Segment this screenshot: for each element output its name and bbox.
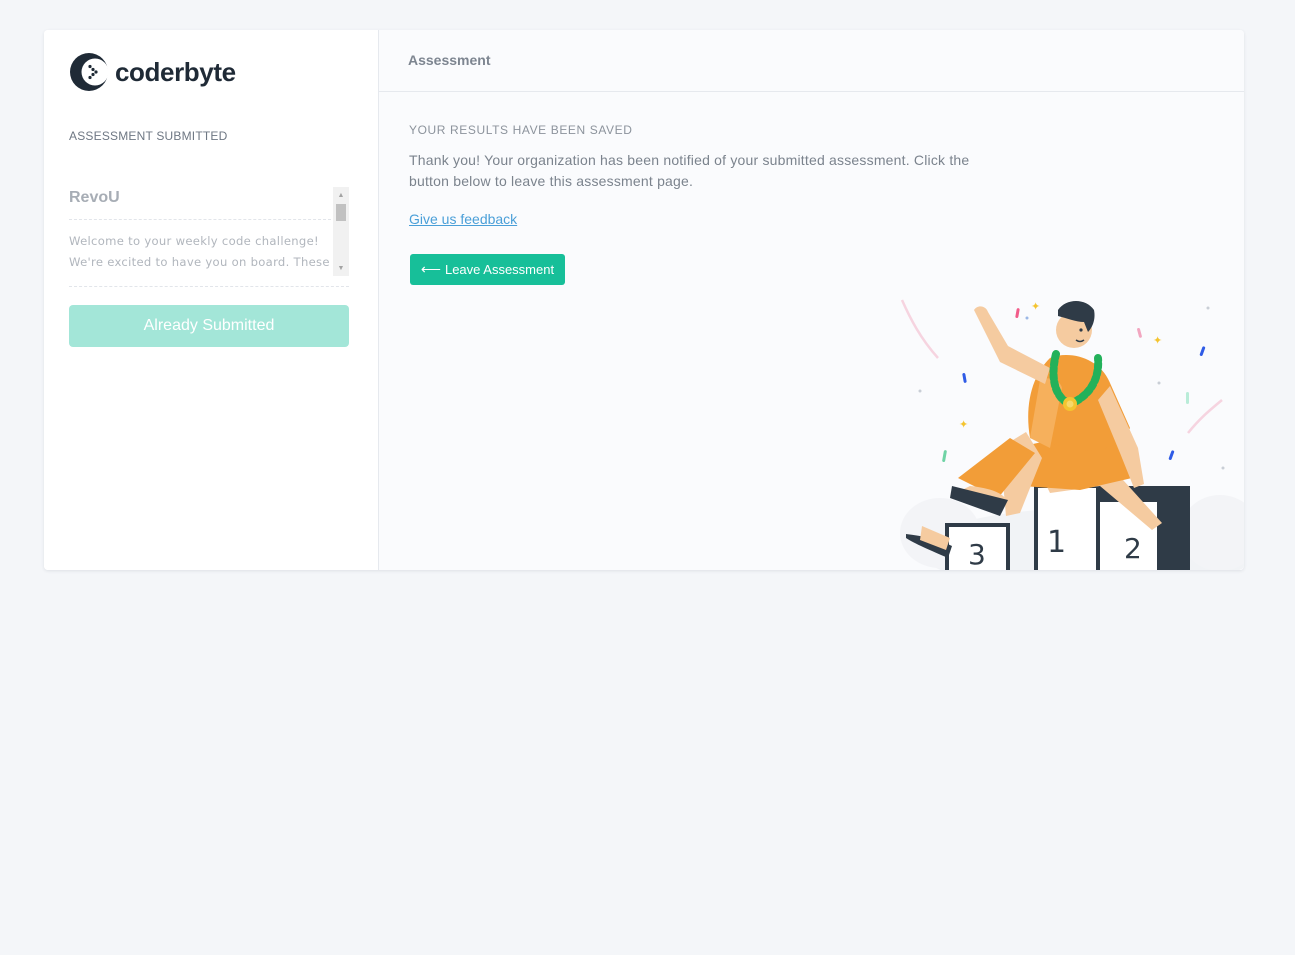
scrollbar-thumb[interactable]: [336, 204, 346, 221]
organization-description: Welcome to your weekly code challenge! W…: [69, 234, 330, 269]
svg-text:✦: ✦: [1153, 334, 1162, 347]
coderbyte-logo-icon: [70, 51, 110, 91]
sidebar: coderbyte ASSESSMENT SUBMITTED RevoU Wel…: [44, 30, 379, 570]
podium-label-2: 2: [1124, 532, 1142, 565]
scroll-up-arrow-icon[interactable]: ▲: [333, 187, 349, 203]
assessment-status-label: ASSESSMENT SUBMITTED: [69, 129, 228, 143]
main-panel: Assessment YOUR RESULTS HAVE BEEN SAVED …: [379, 30, 1244, 570]
brand-name: coderbyte: [115, 56, 236, 87]
leave-assessment-label: Leave Assessment: [444, 262, 555, 277]
svg-text:✦: ✦: [1031, 300, 1040, 313]
podium-label-1: 1: [1047, 525, 1066, 560]
coderbyte-logo[interactable]: coderbyte: [68, 48, 236, 96]
page-title: Assessment: [408, 52, 491, 68]
scroll-down-arrow-icon[interactable]: ▼: [333, 260, 349, 276]
leave-assessment-button[interactable]: ⟵ Leave Assessment: [410, 254, 565, 285]
podium-label-3: 3: [968, 538, 986, 570]
organization-name: RevoU: [69, 189, 120, 206]
divider: [69, 219, 331, 220]
already-submitted-button[interactable]: Already Submitted: [69, 305, 349, 347]
svg-text:✦: ✦: [959, 418, 968, 431]
results-saved-heading: YOUR RESULTS HAVE BEEN SAVED: [409, 123, 633, 137]
organization-info: RevoU Welcome to your weekly code challe…: [69, 186, 349, 287]
arrow-left-icon: ⟵: [420, 261, 441, 277]
give-feedback-link[interactable]: Give us feedback: [409, 211, 517, 227]
description-scrollbar[interactable]: ▲ ▼: [333, 187, 349, 276]
main-header: Assessment: [379, 30, 1244, 92]
submission-message: Thank you! Your organization has been no…: [409, 152, 970, 189]
podium-celebration-illustration: ✦ ✦ ✦ 2 1 3: [900, 299, 1244, 570]
assessment-card: coderbyte ASSESSMENT SUBMITTED RevoU Wel…: [44, 30, 1244, 570]
